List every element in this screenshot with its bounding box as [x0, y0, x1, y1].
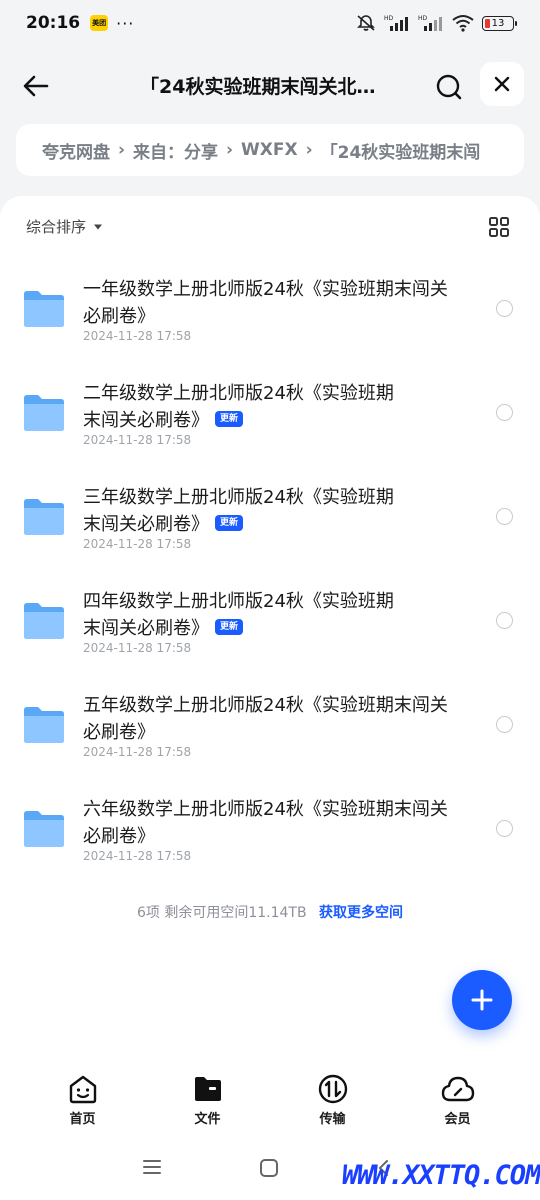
file-list: 一年级数学上册北师版24秋《实验班期末闯关必刷卷》 2024-11-28 17:… [0, 266, 540, 890]
battery-icon: 13 [482, 15, 517, 31]
breadcrumb-item-root[interactable]: 夸克网盘 [42, 138, 110, 163]
chevron-right-icon: › [305, 140, 313, 160]
file-row[interactable]: 一年级数学上册北师版24秋《实验班期末闯关必刷卷》 2024-11-28 17:… [0, 266, 540, 370]
select-radio[interactable] [496, 716, 513, 733]
file-date: 2024-11-28 17:58 [83, 745, 192, 759]
back-button[interactable] [18, 68, 54, 104]
app-header: 「24秋实验班期末闯关北… [0, 56, 540, 114]
file-title: 六年级数学上册北师版24秋《实验班期末闯关必刷卷》 [83, 799, 448, 847]
breadcrumb: 夸克网盘 › 来自：分享 › WXFX › 「24秋实验班期末闯 [16, 124, 524, 176]
breadcrumb-item-share[interactable]: 来自：分享 [133, 138, 218, 163]
get-more-space-link[interactable]: 获取更多空间 [319, 905, 403, 921]
select-radio[interactable] [496, 300, 513, 317]
file-title: 一年级数学上册北师版24秋《实验班期末闯关必刷卷》 [83, 279, 448, 327]
nav-item-transfer[interactable]: 传输 [293, 1074, 373, 1134]
breadcrumb-item-wxfx[interactable]: WXFX [241, 140, 298, 160]
update-badge: 更新 [215, 515, 244, 531]
file-title: 二年级数学上册北师版24秋《实验班期末闯关必刷卷》 更新 [83, 383, 394, 431]
grid-icon [489, 217, 509, 237]
square-icon [260, 1159, 278, 1177]
sort-label: 综合排序 [26, 218, 87, 236]
page-title: 「24秋实验班期末闯关北… [140, 76, 376, 98]
update-badge: 更新 [215, 411, 244, 427]
select-radio[interactable] [496, 508, 513, 525]
sort-dropdown[interactable]: 综合排序 [26, 216, 104, 237]
plus-icon [471, 989, 493, 1011]
file-title: 四年级数学上册北师版24秋《实验班期末闯关必刷卷》 更新 [83, 591, 394, 639]
folder-icon [194, 1077, 221, 1101]
signal-icon: HD [384, 15, 408, 31]
status-time: 20:16 [26, 13, 81, 33]
close-icon [494, 76, 510, 92]
folder-icon [24, 395, 64, 431]
watermark: WWW.XXTTQ.COM [342, 1160, 540, 1191]
file-title: 三年级数学上册北师版24秋《实验班期末闯关必刷卷》 更新 [83, 487, 394, 535]
wifi-icon [452, 15, 474, 32]
file-date: 2024-11-28 17:58 [83, 641, 192, 655]
nav-label: 会员 [444, 1112, 471, 1127]
caret-down-icon [94, 224, 103, 229]
file-row[interactable]: 四年级数学上册北师版24秋《实验班期末闯关必刷卷》 更新 2024-11-28 1… [0, 578, 540, 682]
nav-label: 文件 [194, 1112, 221, 1127]
search-icon [436, 74, 462, 100]
transfer-icon [318, 1074, 347, 1104]
app-notification-icon: 美团 [90, 15, 109, 31]
nav-item-files[interactable]: 文件 [168, 1074, 248, 1134]
nav-label: 首页 [69, 1112, 96, 1127]
close-button[interactable] [480, 62, 524, 106]
file-date: 2024-11-28 17:58 [83, 433, 192, 447]
smile-home-icon [69, 1075, 96, 1104]
breadcrumb-item-current[interactable]: 「24秋实验班期末闯 [321, 138, 481, 163]
file-title: 五年级数学上册北师版24秋《实验班期末闯关必刷卷》 [83, 695, 448, 743]
recent-apps-button[interactable] [142, 1158, 162, 1180]
home-button[interactable] [259, 1158, 279, 1182]
chevron-right-icon: › [118, 140, 126, 160]
folder-icon [24, 499, 64, 535]
folder-icon [24, 603, 64, 639]
arrow-left-icon [23, 75, 49, 97]
bottom-nav: 首页 文件 传输 会员 [0, 1074, 540, 1134]
select-radio[interactable] [496, 612, 513, 629]
storage-summary: 6项 剩余可用空间11.14TB 获取更多空间 [0, 902, 540, 922]
file-row[interactable]: 二年级数学上册北师版24秋《实验班期末闯关必刷卷》 更新 2024-11-28 1… [0, 370, 540, 474]
file-row[interactable]: 六年级数学上册北师版24秋《实验班期末闯关必刷卷》 2024-11-28 17:… [0, 786, 540, 890]
svg-text:HD: HD [384, 15, 394, 22]
svg-text:HD: HD [418, 15, 428, 22]
folder-icon [24, 291, 64, 327]
grid-view-button[interactable] [488, 216, 510, 238]
battery-level: 13 [491, 17, 505, 29]
search-button[interactable] [430, 68, 468, 106]
nav-item-home[interactable]: 首页 [43, 1074, 123, 1134]
folder-icon [24, 707, 64, 743]
add-button[interactable] [452, 970, 512, 1030]
file-row[interactable]: 三年级数学上册北师版24秋《实验班期末闯关必刷卷》 更新 2024-11-28 1… [0, 474, 540, 578]
file-date: 2024-11-28 17:58 [83, 849, 192, 863]
cloud-member-icon [441, 1076, 474, 1102]
select-radio[interactable] [496, 820, 513, 837]
status-bar: 20:16 美团 ··· HD HD 13 [0, 0, 540, 46]
more-notifications-icon: ··· [116, 13, 135, 33]
file-row[interactable]: 五年级数学上册北师版24秋《实验班期末闯关必刷卷》 2024-11-28 17:… [0, 682, 540, 786]
menu-icon [143, 1160, 161, 1174]
chevron-right-icon: › [226, 140, 234, 160]
status-icons: HD HD 13 [356, 14, 517, 32]
folder-icon [24, 811, 64, 847]
file-date: 2024-11-28 17:58 [83, 537, 192, 551]
nav-label: 传输 [319, 1112, 346, 1127]
update-badge: 更新 [215, 619, 244, 635]
mute-icon [357, 15, 375, 31]
item-count-storage: 6项 剩余可用空间11.14TB [136, 905, 307, 921]
file-list-panel: 综合排序 一年级数学上册北师版24秋《实验班期末闯关必刷卷》 2024-11-2… [0, 196, 540, 1200]
signal-icon-2: HD [418, 15, 442, 31]
nav-item-member[interactable]: 会员 [418, 1074, 498, 1134]
select-radio[interactable] [496, 404, 513, 421]
file-date: 2024-11-28 17:58 [83, 329, 192, 343]
